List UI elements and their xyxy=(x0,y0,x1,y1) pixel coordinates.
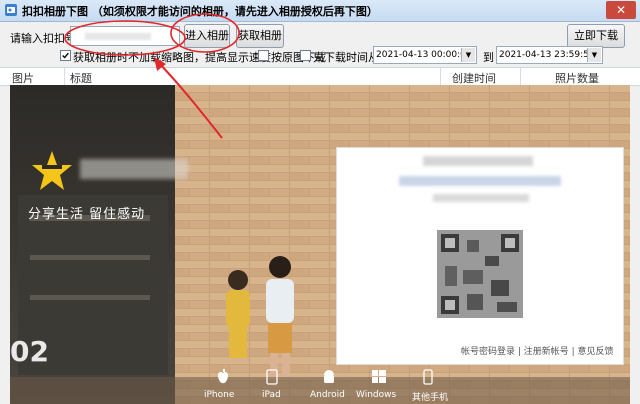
column-header-title[interactable]: 标题 xyxy=(70,70,92,86)
column-header-count[interactable]: 照片数量 xyxy=(555,70,599,86)
qq-number-input[interactable] xyxy=(70,26,180,46)
time-from-picker[interactable]: 2021-04-13 00:00:00 ▼ xyxy=(373,46,477,64)
platform-android[interactable]: Android xyxy=(310,390,345,400)
time-from-value: 2021-04-13 00:00:00 xyxy=(376,50,472,60)
blurred-heading xyxy=(423,156,533,166)
windows-icon[interactable] xyxy=(371,369,387,385)
platform-ipad[interactable]: iPad xyxy=(262,390,281,400)
star-logo-icon xyxy=(32,151,72,190)
album-table-header: 图片 标题 创建时间 照片数量 xyxy=(0,67,640,86)
platform-windows[interactable]: Windows xyxy=(356,390,396,400)
platform-bar: iPhone iPad Android Windows 其他手机 xyxy=(204,369,464,404)
time-to-picker[interactable]: 2021-04-13 23:59:59 ▼ xyxy=(496,46,603,64)
window-title: 扣扣相册下图 （如须权限才能访问的相册，请先进入相册授权后再下图） xyxy=(22,5,378,18)
app-icon xyxy=(5,4,17,16)
column-header-created[interactable]: 创建时间 xyxy=(452,70,496,86)
ipad-icon[interactable] xyxy=(266,369,278,385)
skip-thumbnail-checkbox[interactable] xyxy=(60,50,71,61)
get-album-button[interactable]: 获取相册 xyxy=(236,24,284,48)
chevron-down-icon[interactable]: ▼ xyxy=(461,48,475,62)
download-now-button[interactable]: 立即下载 xyxy=(567,24,625,48)
platform-other-phones[interactable]: 其他手机 xyxy=(412,390,448,403)
blurred-brand-name xyxy=(80,159,188,179)
qr-code-icon[interactable] xyxy=(437,230,523,318)
login-links[interactable]: 帐号密码登录 | 注册新帐号 | 意见反馈 xyxy=(461,344,614,357)
album-browser-view[interactable]: 分享生活 留住感动 02 帐号密码登录 | 注册新帐号 | 意见反馈 iPhon… xyxy=(10,85,630,404)
year-text: 02 xyxy=(10,335,49,368)
time-filter-checkbox[interactable] xyxy=(300,50,311,61)
close-icon[interactable]: ✕ xyxy=(606,1,636,19)
chevron-down-icon[interactable]: ▼ xyxy=(587,48,601,62)
platform-iphone[interactable]: iPhone xyxy=(204,390,234,400)
original-download-checkbox[interactable] xyxy=(258,50,269,61)
android-icon[interactable] xyxy=(322,369,336,385)
blurred-subheading xyxy=(399,176,561,186)
blurred-hint xyxy=(433,194,529,202)
apple-icon[interactable] xyxy=(216,369,230,385)
skip-thumbnail-label: 获取相册时不加载缩略图，提高显示速度 xyxy=(73,51,271,64)
enter-album-button[interactable]: 进入相册 xyxy=(184,24,230,48)
time-to-label: 到 xyxy=(483,51,494,64)
time-to-value: 2021-04-13 23:59:59 xyxy=(499,50,595,60)
title-bar: 扣扣相册下图 （如须权限才能访问的相册，请先进入相册授权后再下图） ✕ xyxy=(0,0,640,22)
column-header-image[interactable]: 图片 xyxy=(12,70,34,86)
brand-slogan: 分享生活 留住感动 xyxy=(28,207,146,222)
login-panel: 帐号密码登录 | 注册新帐号 | 意见反馈 xyxy=(336,147,624,365)
phone-icon[interactable] xyxy=(422,369,434,385)
